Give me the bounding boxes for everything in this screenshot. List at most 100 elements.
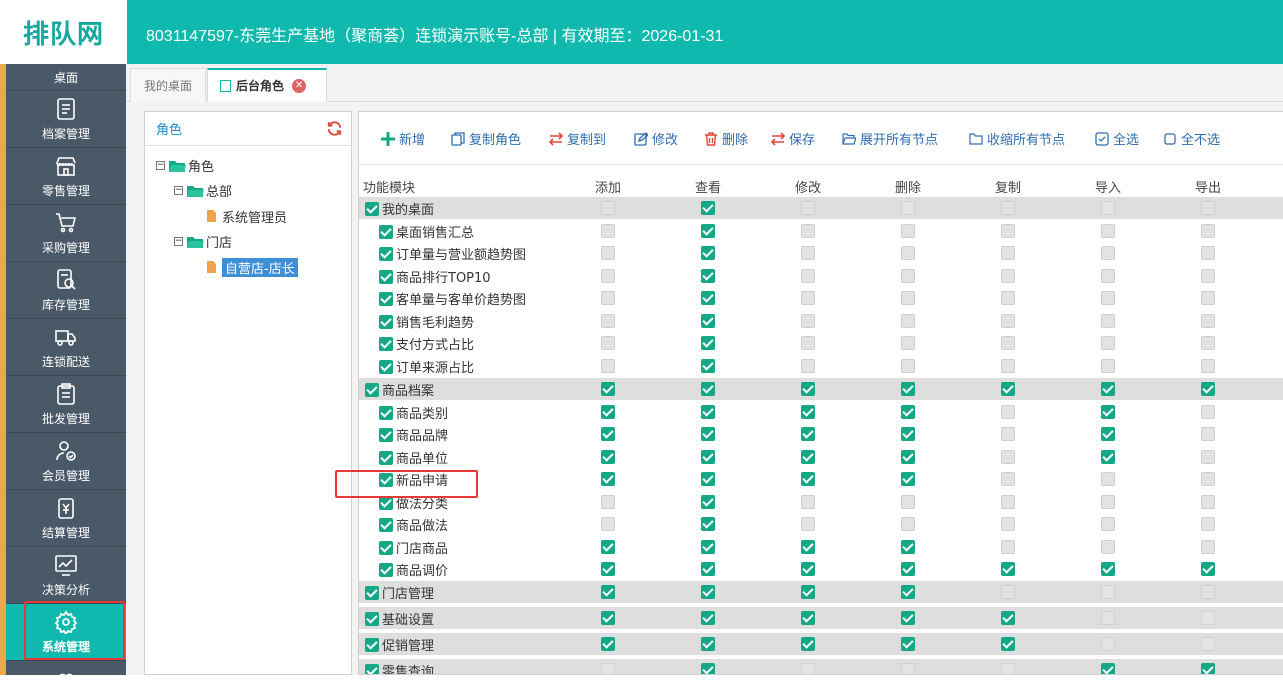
perm-checkbox-export[interactable] bbox=[1201, 427, 1215, 441]
tree-node-store-manager[interactable]: 自营店-店长 bbox=[207, 256, 298, 278]
perm-checkbox-edit[interactable] bbox=[801, 585, 815, 599]
sidebar-item-analysis[interactable]: 决策分析 bbox=[6, 547, 126, 604]
perm-checkbox-copy[interactable] bbox=[1001, 663, 1015, 674]
perm-checkbox-delete[interactable] bbox=[901, 517, 915, 531]
perm-checkbox-import[interactable] bbox=[1101, 663, 1115, 674]
perm-checkbox-edit[interactable] bbox=[801, 472, 815, 486]
perm-checkbox-copy[interactable] bbox=[1001, 314, 1015, 328]
perm-checkbox-view[interactable] bbox=[701, 201, 715, 215]
sidebar-item-inventory[interactable]: 库存管理 bbox=[6, 262, 126, 319]
perm-checkbox-edit[interactable] bbox=[801, 201, 815, 215]
perm-checkbox-delete[interactable] bbox=[901, 405, 915, 419]
perm-checkbox-delete[interactable] bbox=[901, 336, 915, 350]
perm-checkbox-edit[interactable] bbox=[801, 269, 815, 283]
perm-checkbox-view[interactable] bbox=[701, 540, 715, 554]
perm-checkbox-delete[interactable] bbox=[901, 472, 915, 486]
perm-checkbox-delete[interactable] bbox=[901, 450, 915, 464]
add-button[interactable]: 新增 bbox=[381, 129, 425, 148]
perm-checkbox-import[interactable] bbox=[1101, 540, 1115, 554]
perm-checkbox-edit[interactable] bbox=[801, 291, 815, 305]
perm-checkbox-add[interactable] bbox=[601, 201, 615, 215]
sidebar-item-desk[interactable]: 桌面 bbox=[6, 64, 126, 91]
perm-checkbox-delete[interactable] bbox=[901, 611, 915, 625]
perm-checkbox-add[interactable] bbox=[601, 336, 615, 350]
perm-checkbox-export[interactable] bbox=[1201, 637, 1215, 651]
perm-checkbox-export[interactable] bbox=[1201, 291, 1215, 305]
perm-checkbox-add[interactable] bbox=[601, 585, 615, 599]
perm-checkbox-edit[interactable] bbox=[801, 359, 815, 373]
edit-button[interactable]: 修改 bbox=[634, 129, 678, 148]
perm-checkbox-delete[interactable] bbox=[901, 382, 915, 396]
perm-checkbox-copy[interactable] bbox=[1001, 201, 1015, 215]
module-checkbox[interactable] bbox=[379, 224, 393, 239]
perm-checkbox-delete[interactable] bbox=[901, 637, 915, 651]
copy-role-button[interactable]: 复制角色 bbox=[451, 129, 521, 148]
perm-checkbox-export[interactable] bbox=[1201, 585, 1215, 599]
perm-checkbox-add[interactable] bbox=[601, 637, 615, 651]
perm-checkbox-add[interactable] bbox=[601, 382, 615, 396]
perm-checkbox-edit[interactable] bbox=[801, 224, 815, 238]
perm-checkbox-copy[interactable] bbox=[1001, 450, 1015, 464]
perm-checkbox-export[interactable] bbox=[1201, 405, 1215, 419]
perm-checkbox-view[interactable] bbox=[701, 427, 715, 441]
perm-checkbox-view[interactable] bbox=[701, 611, 715, 625]
module-checkbox[interactable] bbox=[379, 427, 393, 442]
perm-checkbox-edit[interactable] bbox=[801, 517, 815, 531]
module-checkbox[interactable] bbox=[379, 405, 393, 420]
perm-checkbox-copy[interactable] bbox=[1001, 611, 1015, 625]
perm-checkbox-delete[interactable] bbox=[901, 540, 915, 554]
copy-to-button[interactable]: 复制到 bbox=[549, 129, 606, 148]
perm-checkbox-view[interactable] bbox=[701, 269, 715, 283]
perm-checkbox-edit[interactable] bbox=[801, 427, 815, 441]
perm-checkbox-import[interactable] bbox=[1101, 637, 1115, 651]
perm-checkbox-add[interactable] bbox=[601, 427, 615, 441]
perm-checkbox-import[interactable] bbox=[1101, 336, 1115, 350]
perm-checkbox-import[interactable] bbox=[1101, 359, 1115, 373]
perm-checkbox-delete[interactable] bbox=[901, 201, 915, 215]
perm-checkbox-export[interactable] bbox=[1201, 336, 1215, 350]
perm-checkbox-copy[interactable] bbox=[1001, 359, 1015, 373]
perm-checkbox-edit[interactable] bbox=[801, 663, 815, 674]
perm-checkbox-delete[interactable] bbox=[901, 427, 915, 441]
perm-checkbox-import[interactable] bbox=[1101, 450, 1115, 464]
perm-checkbox-export[interactable] bbox=[1201, 472, 1215, 486]
perm-checkbox-delete[interactable] bbox=[901, 246, 915, 260]
sidebar-item-distribution[interactable]: 连锁配送 bbox=[6, 319, 126, 376]
perm-checkbox-delete[interactable] bbox=[901, 495, 915, 509]
perm-checkbox-add[interactable] bbox=[601, 314, 615, 328]
perm-checkbox-copy[interactable] bbox=[1001, 540, 1015, 554]
perm-checkbox-view[interactable] bbox=[701, 450, 715, 464]
perm-checkbox-copy[interactable] bbox=[1001, 382, 1015, 396]
perm-checkbox-view[interactable] bbox=[701, 663, 715, 674]
module-checkbox[interactable] bbox=[365, 663, 379, 674]
logo[interactable]: 排队网 bbox=[0, 0, 127, 64]
perm-checkbox-delete[interactable] bbox=[901, 663, 915, 674]
perm-checkbox-import[interactable] bbox=[1101, 472, 1115, 486]
perm-checkbox-export[interactable] bbox=[1201, 224, 1215, 238]
perm-checkbox-copy[interactable] bbox=[1001, 562, 1015, 576]
delete-button[interactable]: 删除 bbox=[704, 129, 748, 148]
perm-checkbox-export[interactable] bbox=[1201, 540, 1215, 554]
perm-checkbox-add[interactable] bbox=[601, 224, 615, 238]
perm-checkbox-import[interactable] bbox=[1101, 201, 1115, 215]
perm-checkbox-export[interactable] bbox=[1201, 495, 1215, 509]
perm-checkbox-add[interactable] bbox=[601, 562, 615, 576]
perm-checkbox-export[interactable] bbox=[1201, 314, 1215, 328]
perm-checkbox-delete[interactable] bbox=[901, 224, 915, 238]
sidebar-item-settlement[interactable]: 结算管理 bbox=[6, 490, 126, 547]
perm-checkbox-export[interactable] bbox=[1201, 611, 1215, 625]
perm-checkbox-export[interactable] bbox=[1201, 450, 1215, 464]
perm-checkbox-view[interactable] bbox=[701, 246, 715, 260]
module-checkbox[interactable] bbox=[379, 291, 393, 306]
module-checkbox[interactable] bbox=[379, 562, 393, 577]
module-checkbox[interactable] bbox=[379, 540, 393, 555]
module-checkbox[interactable] bbox=[379, 336, 393, 351]
perm-checkbox-import[interactable] bbox=[1101, 382, 1115, 396]
tree-node-hq[interactable]: − 总部 bbox=[174, 179, 232, 201]
sidebar-item-member[interactable]: 会员管理 bbox=[6, 433, 126, 490]
perm-checkbox-add[interactable] bbox=[601, 246, 615, 260]
collapse-toggle-icon[interactable]: − bbox=[174, 185, 183, 195]
perm-checkbox-add[interactable] bbox=[601, 495, 615, 509]
perm-checkbox-add[interactable] bbox=[601, 450, 615, 464]
perm-checkbox-add[interactable] bbox=[601, 359, 615, 373]
